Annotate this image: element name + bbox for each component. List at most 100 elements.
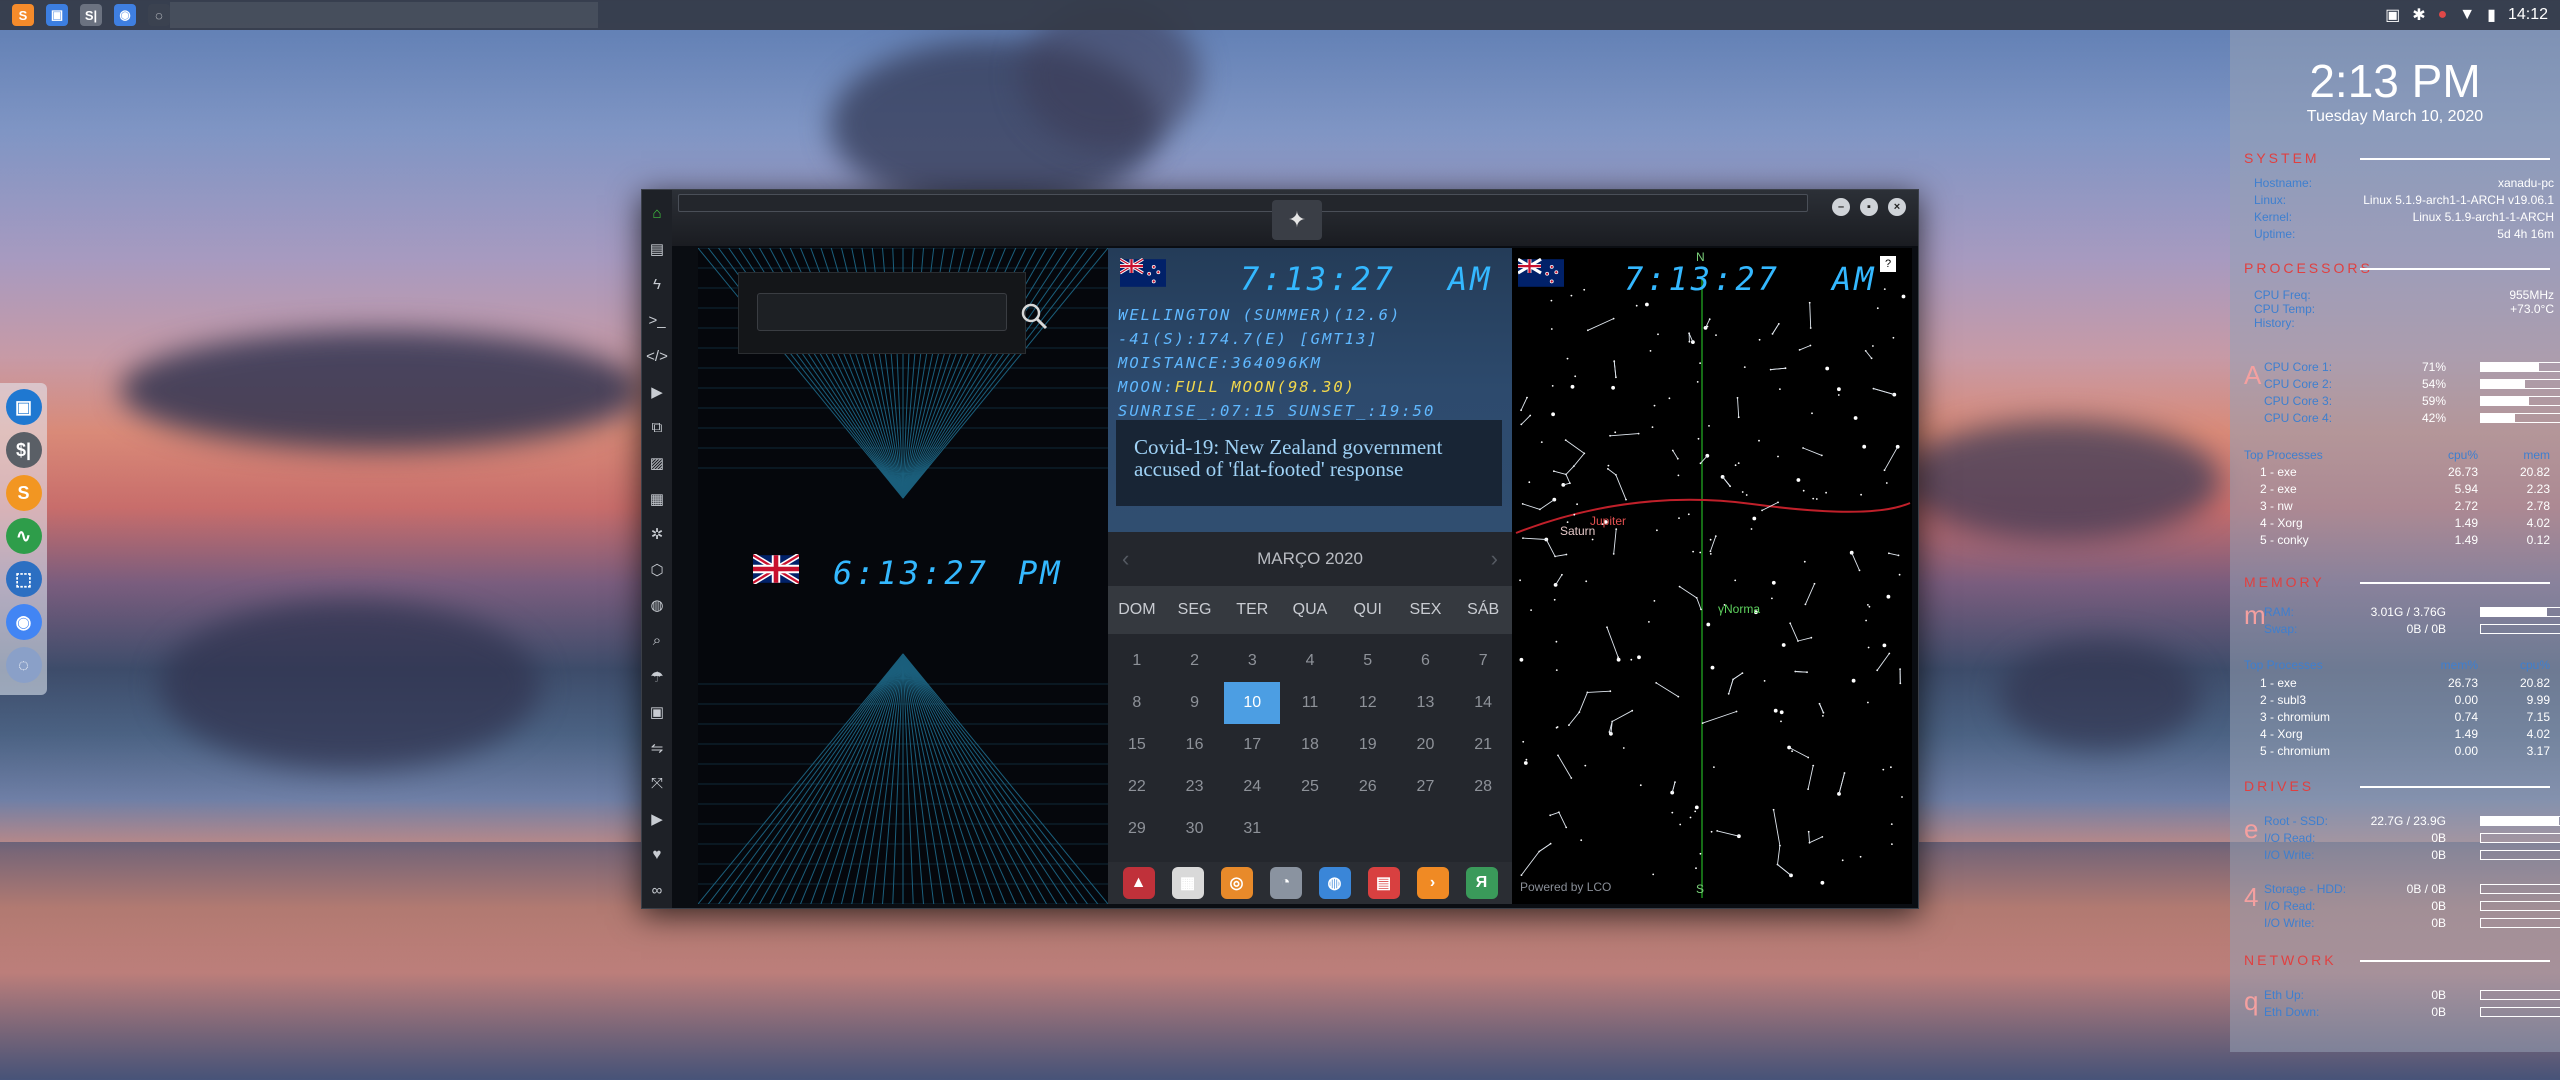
calendar-day[interactable]: 3 — [1223, 640, 1281, 682]
calendar-day[interactable]: 30 — [1166, 808, 1224, 850]
battery-icon[interactable]: ▮ — [2487, 5, 2496, 25]
sidebar-bolt-icon[interactable]: ϟ — [642, 267, 672, 303]
sidebar-search-icon[interactable]: ⌕ — [642, 623, 672, 659]
sidebar-settings-icon[interactable]: ✲ — [642, 516, 672, 552]
notification-icon[interactable]: ● — [2438, 6, 2448, 24]
sidebar-image-icon[interactable]: ▨ — [642, 445, 672, 481]
calendar-day[interactable]: 1 — [1108, 640, 1166, 682]
calendar-app-icon[interactable]: ▦ — [1171, 867, 1204, 899]
calendar-day[interactable]: 12 — [1339, 682, 1397, 724]
globe-dock[interactable]: ◌ — [5, 647, 42, 683]
sidebar-play-icon[interactable]: ▶ — [642, 374, 672, 410]
monitor-dock[interactable]: ∿ — [5, 518, 42, 554]
sidebar-swap-icon[interactable]: ⇋ — [642, 730, 672, 766]
calendar-day[interactable]: 6 — [1397, 640, 1455, 682]
conky-row-value: 0B — [2431, 831, 2446, 845]
calendar-day[interactable]: 4 — [1281, 640, 1339, 682]
calendar-next-button[interactable]: › — [1491, 546, 1498, 572]
sublime-dock[interactable]: S — [5, 475, 42, 511]
conky-row: CPU Core 4: 42% — [2264, 411, 2560, 427]
calendar-day[interactable]: 16 — [1166, 724, 1224, 766]
screenshot-dock[interactable]: ⬚ — [5, 561, 42, 597]
calendar-prev-button[interactable]: ‹ — [1122, 546, 1129, 572]
calendar-day[interactable]: 23 — [1166, 766, 1224, 808]
news-headline[interactable]: Covid-19: New Zealand government accused… — [1116, 420, 1502, 506]
calendar-day-number: 15 — [1127, 736, 1146, 753]
search-input[interactable] — [757, 293, 1007, 331]
panel-clock[interactable]: 14:12 — [2508, 6, 2548, 24]
conky-date: Tuesday March 10, 2020 — [2306, 108, 2484, 125]
calendar-day[interactable]: 11 — [1281, 682, 1339, 724]
minimize-button[interactable]: – — [1832, 198, 1850, 216]
sky-help-button[interactable]: ? — [1880, 256, 1896, 272]
calendar-day[interactable]: 25 — [1281, 766, 1339, 808]
bluetooth-icon[interactable]: ✱ — [2412, 5, 2425, 25]
calendar-day[interactable]: 19 — [1339, 724, 1397, 766]
calendar-day[interactable]: 5 — [1339, 640, 1397, 682]
sublime-icon[interactable]: S — [12, 4, 34, 26]
clock-dock[interactable]: $| — [5, 432, 42, 468]
sidebar-home-icon[interactable]: ⌂ — [642, 196, 672, 232]
calendar-day[interactable]: 22 — [1108, 766, 1166, 808]
star-map[interactable] — [1512, 248, 1912, 904]
active-window-icon[interactable]: ◌ — [148, 4, 170, 26]
image-tray-icon[interactable]: ▣ — [2385, 5, 2400, 25]
sidebar-contact-icon[interactable]: ▣ — [642, 694, 672, 730]
sidebar-code-icon[interactable]: </> — [642, 338, 672, 374]
arrow-app-icon[interactable]: › — [1416, 867, 1449, 899]
calendar-day[interactable]: 29 — [1108, 808, 1166, 850]
calendar-day[interactable]: 2 — [1166, 640, 1224, 682]
left-dock: ▣ $| S ∿ ⬚ ◉ ◌ — [0, 383, 47, 695]
calendar-day[interactable]: 21 — [1454, 724, 1512, 766]
sidebar-infinity-icon[interactable]: ∞ — [642, 872, 672, 908]
search-icon[interactable] — [1019, 301, 1049, 331]
conky-process-cell: 1.49 — [2454, 533, 2478, 547]
chromium-icon[interactable]: ◉ — [114, 4, 136, 26]
files-dock[interactable]: ▣ — [5, 389, 42, 425]
calendar-day[interactable]: 14 — [1454, 682, 1512, 724]
nz-moon-phase: MOON:FULL MOON(98.30) — [1118, 378, 1356, 396]
conky-process-cell: 1.49 — [2454, 516, 2478, 530]
sidebar-expand-icon[interactable]: ⤧ — [642, 766, 672, 802]
calendar-day[interactable]: 31 — [1223, 808, 1281, 850]
chromium-dock[interactable]: ◉ — [5, 604, 42, 640]
web-app-icon[interactable]: ◍ — [1318, 867, 1351, 899]
sidebar-document-icon[interactable]: ▤ — [642, 232, 672, 268]
arch-app-icon[interactable]: ▲ — [1122, 867, 1155, 899]
calendar-day[interactable]: 20 — [1397, 724, 1455, 766]
sidebar-news-icon[interactable]: ▦ — [642, 481, 672, 517]
calendar-day[interactable]: 8 — [1108, 682, 1166, 724]
calendar-day[interactable]: 13 — [1397, 682, 1455, 724]
calendar-day-number: 22 — [1127, 778, 1146, 795]
calendar-day[interactable]: 18 — [1281, 724, 1339, 766]
taskbar-active-area[interactable] — [170, 2, 598, 28]
files-icon[interactable]: ▣ — [46, 4, 68, 26]
wifi-icon[interactable]: ▼ — [2459, 6, 2475, 24]
clock-app-icon[interactable]: S| — [80, 4, 102, 26]
sidebar-hexagon-icon[interactable]: ⬡ — [642, 552, 672, 588]
search-app-icon[interactable]: ◎ — [1220, 867, 1253, 899]
window-titlebar[interactable]: ✦ – ▪ × — [672, 190, 1918, 246]
sky-powered-by[interactable]: Powered by LCO — [1520, 880, 1611, 894]
clock-app-icon[interactable]: ◔ — [1269, 867, 1302, 899]
calendar-day[interactable]: 15 — [1108, 724, 1166, 766]
sidebar-globe-icon[interactable]: ◍ — [642, 588, 672, 624]
maximize-button[interactable]: ▪ — [1860, 198, 1878, 216]
calendar-day[interactable]: 27 — [1397, 766, 1455, 808]
sidebar-youtube-icon[interactable]: ▶ — [642, 801, 672, 837]
calendar-day[interactable]: 28 — [1454, 766, 1512, 808]
sidebar-heart-icon[interactable]: ♥ — [642, 837, 672, 873]
calendar-day[interactable]: 10 — [1223, 682, 1281, 724]
calendar-day[interactable]: 7 — [1454, 640, 1512, 682]
calendar-day[interactable]: 9 — [1166, 682, 1224, 724]
calendar-day[interactable]: 26 — [1339, 766, 1397, 808]
calendar-day[interactable]: 17 — [1223, 724, 1281, 766]
sidebar-umbrella-icon[interactable]: ☂ — [642, 659, 672, 695]
yandex-app-icon[interactable]: Я — [1465, 867, 1498, 899]
agenda-app-icon[interactable]: ▤ — [1367, 867, 1400, 899]
sidebar-files-icon[interactable]: ⧉ — [642, 410, 672, 446]
conky-process-row: 2 - subl3 0.00 9.99 — [2260, 693, 2550, 709]
sidebar-terminal-icon[interactable]: >_ — [642, 303, 672, 339]
close-button[interactable]: × — [1888, 198, 1906, 216]
calendar-day[interactable]: 24 — [1223, 766, 1281, 808]
